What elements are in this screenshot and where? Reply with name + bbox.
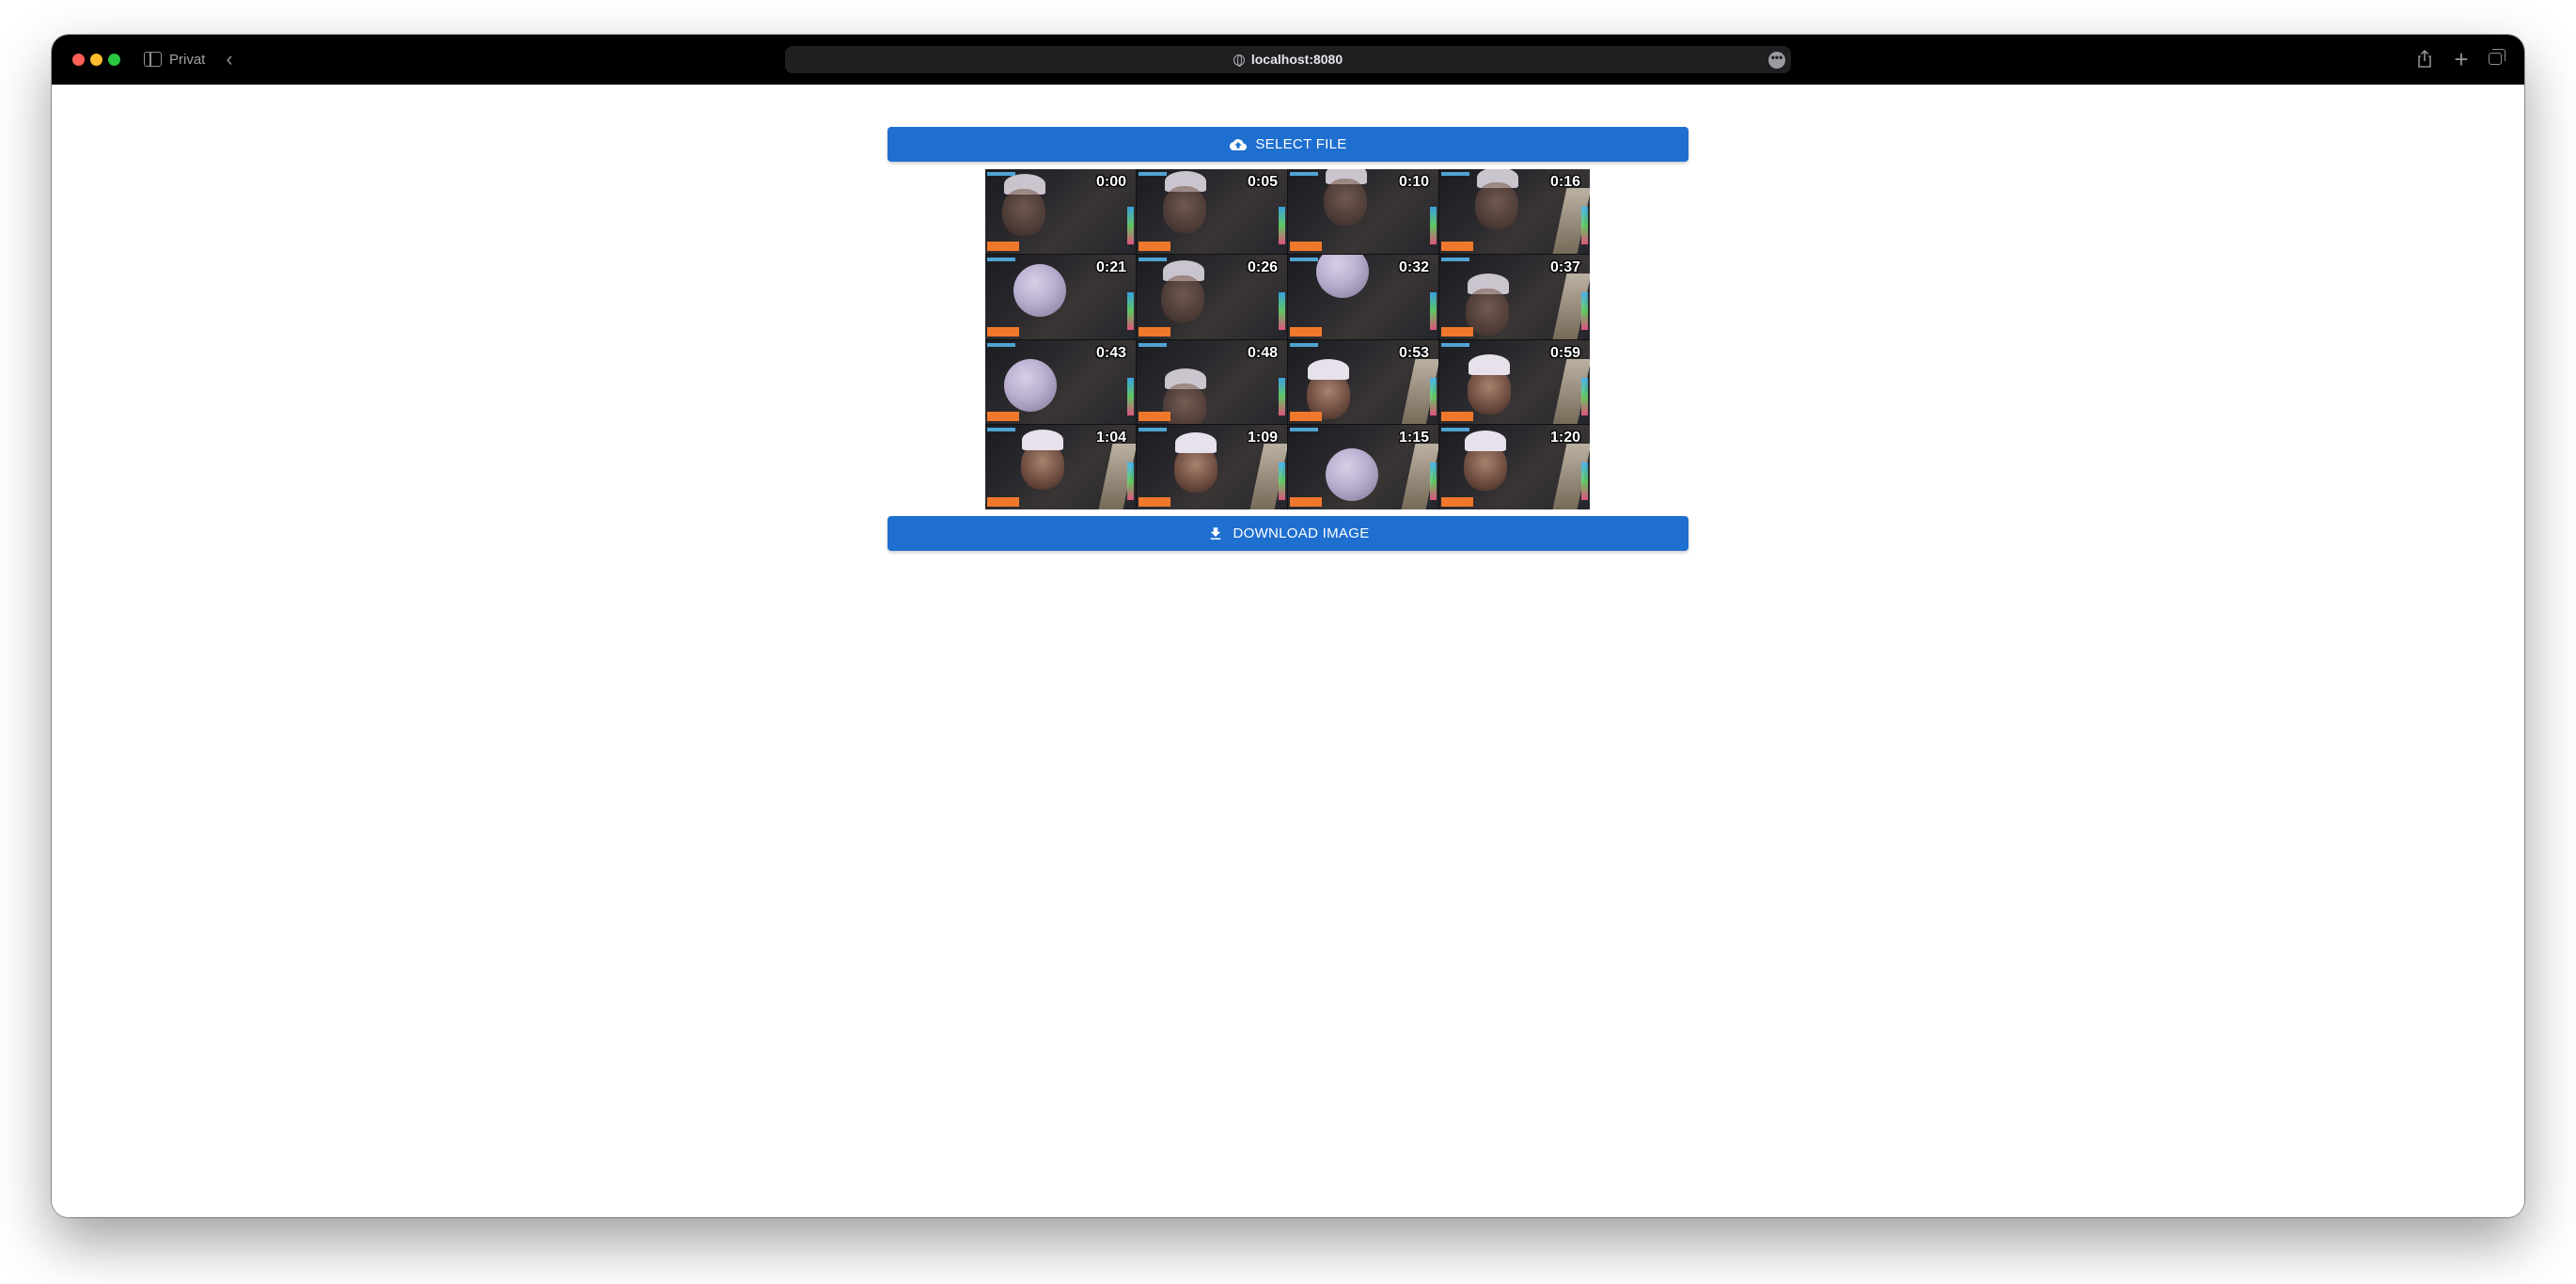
thumbnail-timestamp: 0:21 <box>1095 258 1126 275</box>
download-image-button[interactable]: DOWNLOAD IMAGE <box>887 516 1689 551</box>
close-window-button[interactable] <box>72 54 85 66</box>
thumbnail-frame: 0:59 <box>1439 339 1590 425</box>
maximize-window-button[interactable] <box>108 54 120 66</box>
thumbnail-timestamp: 0:00 <box>1095 174 1126 190</box>
thumbnail-timestamp: 0:43 <box>1095 344 1126 361</box>
thumbnail-grid-image: 0:00 0:05 0:10 0:16 0:21 0:26 0:32 0:37 0:43 0:48… <box>985 169 1590 509</box>
thumbnail-timestamp: 0:05 <box>1247 174 1278 190</box>
thumbnail-timestamp: 0:37 <box>1549 258 1580 275</box>
thumbnail-frame: 0:48 <box>1137 339 1287 425</box>
thumbnail-frame: 0:21 <box>985 254 1136 339</box>
browser-toolbar: Privat ‹ localhost:8080 ••• + <box>52 35 2524 85</box>
thumbnail-frame: 1:15 <box>1288 425 1438 509</box>
select-file-label: SELECT FILE <box>1255 136 1347 152</box>
minimize-window-button[interactable] <box>90 54 102 66</box>
thumbnail-frame: 0:32 <box>1288 254 1438 339</box>
thumbnail-frame: 0:37 <box>1439 254 1590 339</box>
share-icon[interactable] <box>2413 48 2436 70</box>
thumbnail-frame: 0:00 <box>985 169 1136 254</box>
thumbnail-timestamp: 1:20 <box>1549 430 1580 446</box>
thumbnail-timestamp: 0:26 <box>1247 258 1278 275</box>
tab-overview-icon[interactable] <box>2485 48 2507 70</box>
thumbnail-timestamp: 0:53 <box>1398 344 1429 361</box>
thumbnail-timestamp: 1:15 <box>1398 430 1429 446</box>
download-icon <box>1211 526 1221 540</box>
thumbnail-frame: 0:43 <box>985 339 1136 425</box>
thumbnail-frame: 0:05 <box>1137 169 1287 254</box>
thumbnail-frame: 0:16 <box>1439 169 1590 254</box>
browser-window: Privat ‹ localhost:8080 ••• + SELECT FIL… <box>52 35 2524 1217</box>
thumbnail-frame: 1:09 <box>1137 425 1287 509</box>
thumbnail-timestamp: 0:48 <box>1247 344 1278 361</box>
back-arrow-icon[interactable]: ‹ <box>219 49 240 70</box>
thumbnail-timestamp: 1:09 <box>1247 430 1278 446</box>
thumbnail-frame: 0:26 <box>1137 254 1287 339</box>
thumbnail-frame: 1:20 <box>1439 425 1590 509</box>
thumbnail-frame: 0:10 <box>1288 169 1438 254</box>
download-image-label: DOWNLOAD IMAGE <box>1233 525 1370 541</box>
new-tab-icon[interactable]: + <box>2450 47 2473 71</box>
thumbnail-timestamp: 0:16 <box>1549 174 1580 190</box>
url-text[interactable]: localhost:8080 <box>1251 46 1343 73</box>
thumbnail-timestamp: 1:04 <box>1095 430 1126 446</box>
share-glyph <box>2418 49 2431 68</box>
thumbnail-frame: 1:04 <box>985 425 1136 509</box>
thumbnail-timestamp: 0:10 <box>1398 174 1429 190</box>
page-content: SELECT FILE 0:00 0:05 0:10 0:16 0:21 0:26 0:32… <box>52 85 2524 1217</box>
thumbnail-frame: 0:53 <box>1288 339 1438 425</box>
more-options-icon[interactable]: ••• <box>1768 52 1785 69</box>
sidebar-toggle-icon[interactable] <box>144 52 162 67</box>
globe-icon <box>1233 54 1245 67</box>
address-bar[interactable]: localhost:8080 ••• <box>785 46 1791 73</box>
select-file-button[interactable]: SELECT FILE <box>887 127 1689 162</box>
thumbnail-timestamp: 0:59 <box>1549 344 1580 361</box>
tabs-glyph <box>2489 49 2505 65</box>
cloud-upload-icon <box>1230 138 1248 150</box>
thumbnail-timestamp: 0:32 <box>1398 258 1429 275</box>
profile-label[interactable]: Privat <box>169 51 205 69</box>
